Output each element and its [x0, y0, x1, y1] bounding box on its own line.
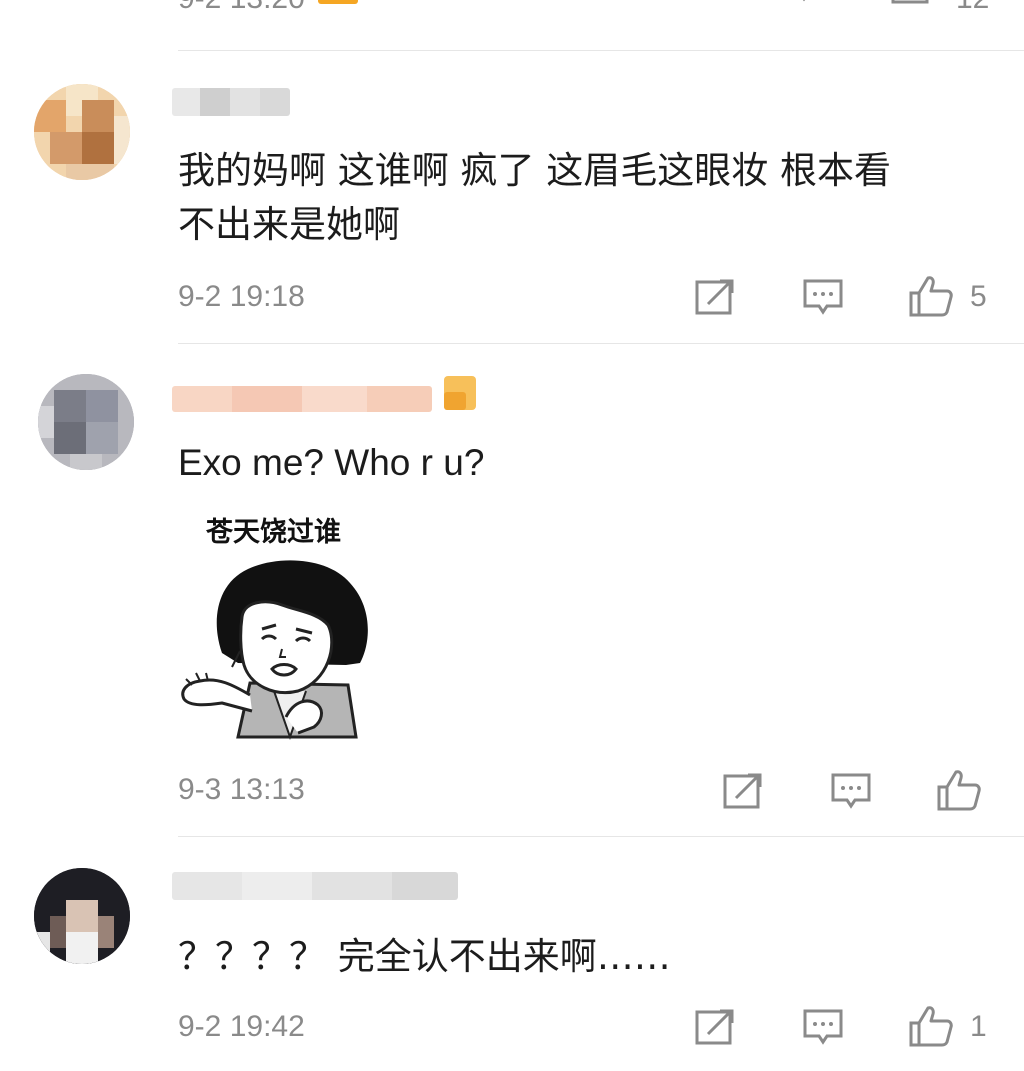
vip-badge: [444, 392, 466, 410]
comment-text: 我的妈啊 这谁啊 疯了 这眉毛这眼妆 根本看: [178, 149, 892, 192]
thumbs-up-icon[interactable]: [908, 1004, 954, 1048]
username[interactable]: [172, 386, 432, 412]
avatar[interactable]: [34, 84, 130, 180]
thumbs-up-icon[interactable]: [890, 0, 934, 18]
comment-time: 9-2 19:18: [178, 280, 305, 313]
divider: [178, 343, 1024, 344]
share-icon[interactable]: [722, 772, 764, 810]
comment-text: 不出来是她啊: [178, 203, 400, 246]
divider: [178, 836, 1024, 837]
comment-text: Exo me? Who r u?: [178, 442, 485, 483]
share-icon[interactable]: [694, 278, 736, 316]
like-count: 12: [956, 0, 989, 16]
avatar[interactable]: [38, 374, 134, 470]
like-count: 5: [970, 280, 987, 313]
comment-icon[interactable]: [830, 772, 872, 812]
comment-icon[interactable]: [784, 0, 824, 18]
comment-time: 9-2 13:20: [178, 0, 305, 16]
comment-text: ？？？？ 完全认不出来啊……: [178, 935, 671, 978]
share-icon[interactable]: [676, 0, 716, 18]
username[interactable]: [172, 88, 290, 116]
comment-time: 9-3 13:13: [178, 773, 305, 806]
comment-icon[interactable]: [802, 1008, 844, 1048]
username[interactable]: [172, 872, 458, 900]
like-count: 1: [970, 1010, 987, 1043]
thumbs-up-icon[interactable]: [908, 274, 954, 318]
comment-time: 9-2 19:42: [178, 1010, 305, 1043]
comment-icon[interactable]: [802, 278, 844, 318]
sticker-face: [181, 560, 368, 740]
vip-badge: [318, 0, 358, 4]
divider: [178, 50, 1024, 51]
thumbs-up-icon[interactable]: [936, 768, 982, 812]
avatar[interactable]: [34, 868, 130, 964]
share-icon[interactable]: [694, 1008, 736, 1046]
sticker-image[interactable]: 苍天饶过谁: [178, 505, 398, 740]
